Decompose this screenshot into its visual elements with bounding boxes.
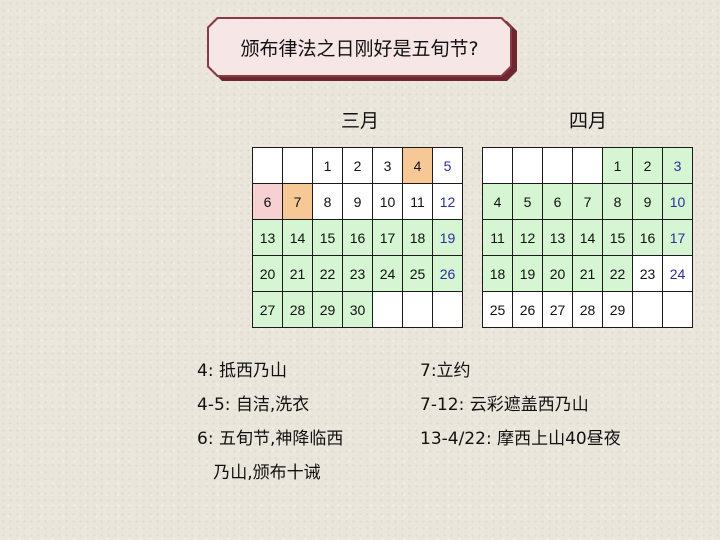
march-day-cell: [402, 291, 433, 328]
april-day-cell: [632, 291, 663, 328]
note-item: 4-5: 自洁,洗衣: [197, 395, 310, 415]
april-day-cell: 9: [632, 183, 663, 220]
april-day-cell: 26: [512, 291, 543, 328]
april-day-cell: 29: [602, 291, 633, 328]
april-day-cell: 6: [542, 183, 573, 220]
note-item: 6: 五旬节,神降临西: [197, 429, 344, 449]
march-day-cell: 10: [372, 183, 403, 220]
march-week-row: 12345: [252, 147, 463, 184]
april-calendar: 1 2 3 4 5 6 7 8 9 10 11 12 13 14 15 16 17 18 19 20 21 22 23 24 2…: [482, 147, 693, 328]
march-week-row: 6 7 8 9 10 11 12: [252, 183, 463, 220]
march-day-cell: 8: [312, 183, 343, 220]
march-day-cell: 1: [312, 147, 343, 184]
april-day-cell: 20: [542, 255, 573, 292]
march-week-row: 20 21 22 23 24 25 26: [252, 255, 463, 292]
april-day-cell: 5: [512, 183, 543, 220]
march-day-cell: 6: [252, 183, 283, 220]
march-day-cell: 26: [432, 255, 463, 292]
april-day-cell: 12: [512, 219, 543, 256]
march-day-cell: 23: [342, 255, 373, 292]
note-item: 4: 抵西乃山: [197, 361, 287, 381]
april-week-row: 4 5 6 7 8 9 10: [482, 183, 693, 220]
note-item: 7-12: 云彩遮盖西乃山: [420, 395, 589, 415]
page-title: 颁布律法之日刚好是五旬节?: [209, 19, 510, 75]
april-day-cell: [662, 291, 693, 328]
april-day-cell: 3: [662, 147, 693, 184]
march-label: 三月: [340, 110, 379, 132]
april-day-cell: 25: [482, 291, 513, 328]
march-day-cell: 14: [282, 219, 313, 256]
april-day-cell: 7: [572, 183, 603, 220]
march-day-cell: 13: [252, 219, 283, 256]
march-week-row: 13 14 15 16 17 18 19: [252, 219, 463, 256]
march-day-cell: 24: [372, 255, 403, 292]
april-day-cell: 22: [602, 255, 633, 292]
april-day-cell: 10: [662, 183, 693, 220]
march-day-cell: 11: [402, 183, 433, 220]
march-day-cell: 28: [282, 291, 313, 328]
march-day-cell: 22: [312, 255, 343, 292]
notes-right: 7:立约 7-12: 云彩遮盖西乃山 13-4/22: 摩西上山40昼夜: [420, 354, 621, 456]
april-week-row: 18 19 20 21 22 23 24: [482, 255, 693, 292]
april-day-cell: 18: [482, 255, 513, 292]
april-day-cell: 11: [482, 219, 513, 256]
march-day-cell: 27: [252, 291, 283, 328]
march-day-cell: 3: [372, 147, 403, 184]
april-day-cell: 27: [542, 291, 573, 328]
march-calendar: 1 2 3 4 5 6 7 8 9 10 11 12 13 14 15 16 17 18 19 20 21 22 23 24 2…: [252, 147, 463, 328]
april-day-cell: [542, 147, 573, 184]
april-day-cell: 21: [572, 255, 603, 292]
march-day-cell: 9: [342, 183, 373, 220]
march-day-cell: 16: [342, 219, 373, 256]
april-day-cell: 28: [572, 291, 603, 328]
april-week-row: 123: [482, 147, 693, 184]
april-day-cell: 8: [602, 183, 633, 220]
april-day-cell: [512, 147, 543, 184]
march-day-cell: 12: [432, 183, 463, 220]
march-day-cell: 29: [312, 291, 343, 328]
notes-left: 4: 抵西乃山 4-5: 自洁,洗衣 6: 五旬节,神降临西 乃山,颁布十诫: [197, 354, 343, 490]
april-day-cell: 14: [572, 219, 603, 256]
april-week-row: 25 26 27 28 29: [482, 291, 693, 328]
note-item: 13-4/22: 摩西上山40昼夜: [420, 429, 621, 449]
title-banner: 颁布律法之日刚好是五旬节?: [207, 17, 512, 77]
note-item: 7:立约: [420, 361, 471, 381]
march-day-cell: 25: [402, 255, 433, 292]
march-day-cell: 5: [432, 147, 463, 184]
march-week-row: 27 28 29 30: [252, 291, 463, 328]
april-day-cell: 2: [632, 147, 663, 184]
april-day-cell: 24: [662, 255, 693, 292]
note-item: 乃山,颁布十诫: [197, 463, 321, 483]
march-day-cell: 18: [402, 219, 433, 256]
march-day-cell: 19: [432, 219, 463, 256]
march-day-cell: 30: [342, 291, 373, 328]
march-day-cell: 15: [312, 219, 343, 256]
march-day-cell: 21: [282, 255, 313, 292]
march-day-cell: 4: [402, 147, 433, 184]
april-day-cell: 4: [482, 183, 513, 220]
march-day-cell: 20: [252, 255, 283, 292]
april-day-cell: 16: [632, 219, 663, 256]
march-day-cell: [282, 147, 313, 184]
march-day-cell: [432, 291, 463, 328]
march-day-cell: 2: [342, 147, 373, 184]
march-day-cell: [372, 291, 403, 328]
april-day-cell: 15: [602, 219, 633, 256]
march-day-cell: 7: [282, 183, 313, 220]
april-day-cell: 23: [632, 255, 663, 292]
april-day-cell: 17: [662, 219, 693, 256]
march-day-cell: [252, 147, 283, 184]
april-day-cell: 13: [542, 219, 573, 256]
april-day-cell: [482, 147, 513, 184]
april-label: 四月: [568, 110, 607, 132]
april-day-cell: 1: [602, 147, 633, 184]
april-day-cell: [572, 147, 603, 184]
april-day-cell: 19: [512, 255, 543, 292]
april-week-row: 11 12 13 14 15 16 17: [482, 219, 693, 256]
march-day-cell: 17: [372, 219, 403, 256]
